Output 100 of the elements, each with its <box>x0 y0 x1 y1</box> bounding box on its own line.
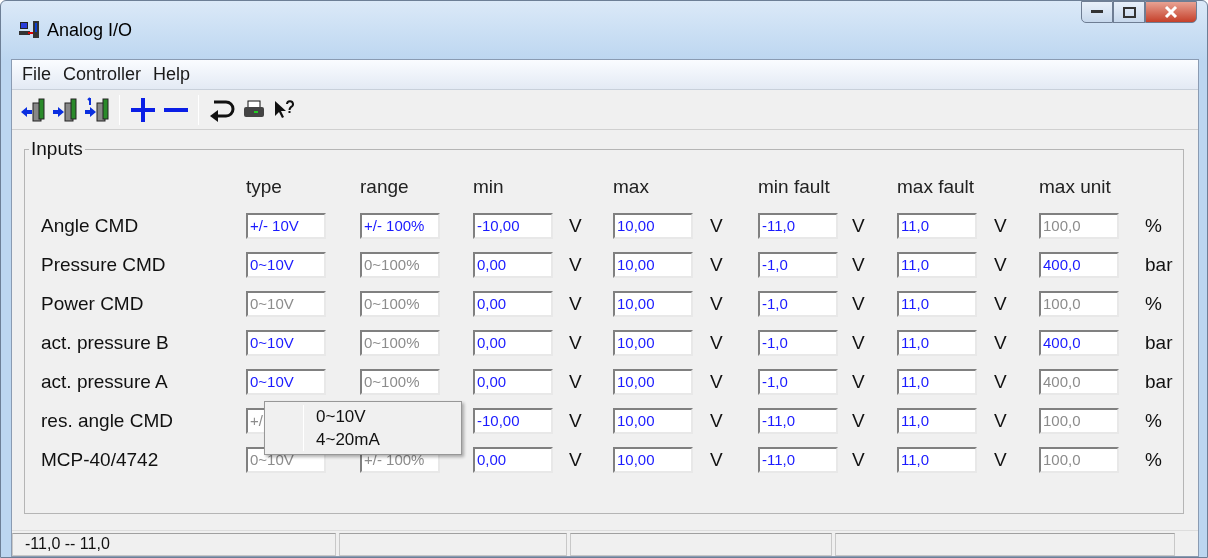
input-field[interactable]: 100,0 <box>1039 447 1119 473</box>
plus-icon[interactable] <box>129 95 157 124</box>
unit-label: % <box>1145 409 1163 433</box>
unit-label: V <box>994 331 1008 355</box>
input-field[interactable]: 100,0 <box>1039 291 1119 317</box>
unit-label: V <box>852 331 866 355</box>
unit-label: V <box>569 292 583 316</box>
unit-label: V <box>710 370 724 394</box>
menu-item[interactable]: File <box>16 61 57 88</box>
input-field[interactable]: 0~100% <box>360 291 440 317</box>
group-title: Inputs <box>29 139 85 159</box>
input-field[interactable]: 0~10V <box>246 252 326 278</box>
unit-label: V <box>710 448 724 472</box>
unit-label: V <box>994 214 1008 238</box>
column-header: max unit <box>1039 175 1112 199</box>
input-field[interactable]: 11,0 <box>897 213 977 239</box>
input-field[interactable]: 400,0 <box>1039 252 1119 278</box>
input-field[interactable]: 400,0 <box>1039 330 1119 356</box>
row-label: Angle CMD <box>41 214 140 238</box>
input-field[interactable]: 0~100% <box>360 369 440 395</box>
close-button[interactable] <box>1145 1 1197 23</box>
unit-label: % <box>1145 292 1163 316</box>
unit-label: V <box>569 253 583 277</box>
input-field[interactable]: 0,00 <box>473 291 553 317</box>
export-icon[interactable] <box>52 96 78 123</box>
unit-label: V <box>994 253 1008 277</box>
unit-label: bar <box>1145 370 1174 394</box>
row-label: res. angle CMD <box>41 409 174 433</box>
input-field[interactable]: 10,00 <box>613 330 693 356</box>
close-icon <box>1164 6 1178 18</box>
input-field[interactable]: -10,00 <box>473 408 553 434</box>
unit-label: V <box>994 370 1008 394</box>
input-field[interactable]: +/- 100% <box>360 213 440 239</box>
input-field[interactable]: 0,00 <box>473 330 553 356</box>
unit-label: V <box>710 331 724 355</box>
menu-item[interactable]: Controller <box>57 61 148 88</box>
column-header: max fault <box>897 175 976 199</box>
unit-label: % <box>1145 448 1163 472</box>
input-field[interactable]: 0~100% <box>360 330 440 356</box>
column-header: type <box>246 175 283 199</box>
input-field[interactable]: 0,00 <box>473 447 553 473</box>
unit-label: V <box>852 292 866 316</box>
unit-label: V <box>569 370 583 394</box>
input-field[interactable]: 11,0 <box>897 447 977 473</box>
row-label: act. pressure A <box>41 370 169 394</box>
input-field[interactable]: +/- 10V <box>246 213 326 239</box>
input-field[interactable]: 10,00 <box>613 213 693 239</box>
minimize-button[interactable] <box>1081 1 1113 23</box>
unit-label: V <box>710 214 724 238</box>
input-field[interactable]: 10,00 <box>613 291 693 317</box>
window-title: Analog I/O <box>47 18 133 42</box>
input-field[interactable]: -1,0 <box>758 369 838 395</box>
unit-label: V <box>852 253 866 277</box>
unit-label: V <box>852 370 866 394</box>
input-field[interactable]: -1,0 <box>758 330 838 356</box>
input-field[interactable]: 0~10V <box>246 369 326 395</box>
column-header: max <box>613 175 650 199</box>
unit-label: V <box>994 292 1008 316</box>
input-field[interactable]: 11,0 <box>897 369 977 395</box>
input-field[interactable]: 0,00 <box>473 252 553 278</box>
unit-label: V <box>569 214 583 238</box>
input-field[interactable]: 10,00 <box>613 252 693 278</box>
input-field[interactable]: 100,0 <box>1039 213 1119 239</box>
input-field[interactable]: -1,0 <box>758 252 838 278</box>
input-field[interactable]: 100,0 <box>1039 408 1119 434</box>
numbered-transfer-icon[interactable] <box>84 96 110 123</box>
input-field[interactable]: 10,00 <box>613 369 693 395</box>
unit-label: V <box>710 292 724 316</box>
input-field[interactable]: 400,0 <box>1039 369 1119 395</box>
row-label: MCP-40/4742 <box>41 448 160 472</box>
input-field[interactable]: -11,0 <box>758 213 838 239</box>
input-field[interactable]: 11,0 <box>897 408 977 434</box>
input-field[interactable]: -10,00 <box>473 213 553 239</box>
import-icon[interactable] <box>20 96 46 123</box>
input-field[interactable]: 0~10V <box>246 330 326 356</box>
input-field[interactable]: -1,0 <box>758 291 838 317</box>
input-field[interactable]: 10,00 <box>613 408 693 434</box>
input-field[interactable]: 0~100% <box>360 252 440 278</box>
row-label: act. pressure B <box>41 331 170 355</box>
app-icon <box>19 20 41 40</box>
maximize-button[interactable] <box>1113 1 1145 23</box>
unit-label: V <box>994 448 1008 472</box>
unit-label: % <box>1145 214 1163 238</box>
row-label: Pressure CMD <box>41 253 167 277</box>
unit-label: V <box>994 409 1008 433</box>
unit-label: V <box>852 214 866 238</box>
unit-label: V <box>569 448 583 472</box>
menu-item[interactable]: 0~10V <box>268 405 458 428</box>
row-label: Power CMD <box>41 292 145 316</box>
column-header: min fault <box>758 175 831 199</box>
input-field[interactable]: 11,0 <box>897 291 977 317</box>
input-field[interactable]: 11,0 <box>897 252 977 278</box>
input-field[interactable]: 11,0 <box>897 330 977 356</box>
input-field[interactable]: -11,0 <box>758 447 838 473</box>
unit-label: bar <box>1145 331 1174 355</box>
menu-item[interactable]: Help <box>147 61 197 88</box>
input-field[interactable]: -11,0 <box>758 408 838 434</box>
unit-label: V <box>852 448 866 472</box>
input-field[interactable]: 0,00 <box>473 369 553 395</box>
input-field[interactable]: 10,00 <box>613 447 693 473</box>
